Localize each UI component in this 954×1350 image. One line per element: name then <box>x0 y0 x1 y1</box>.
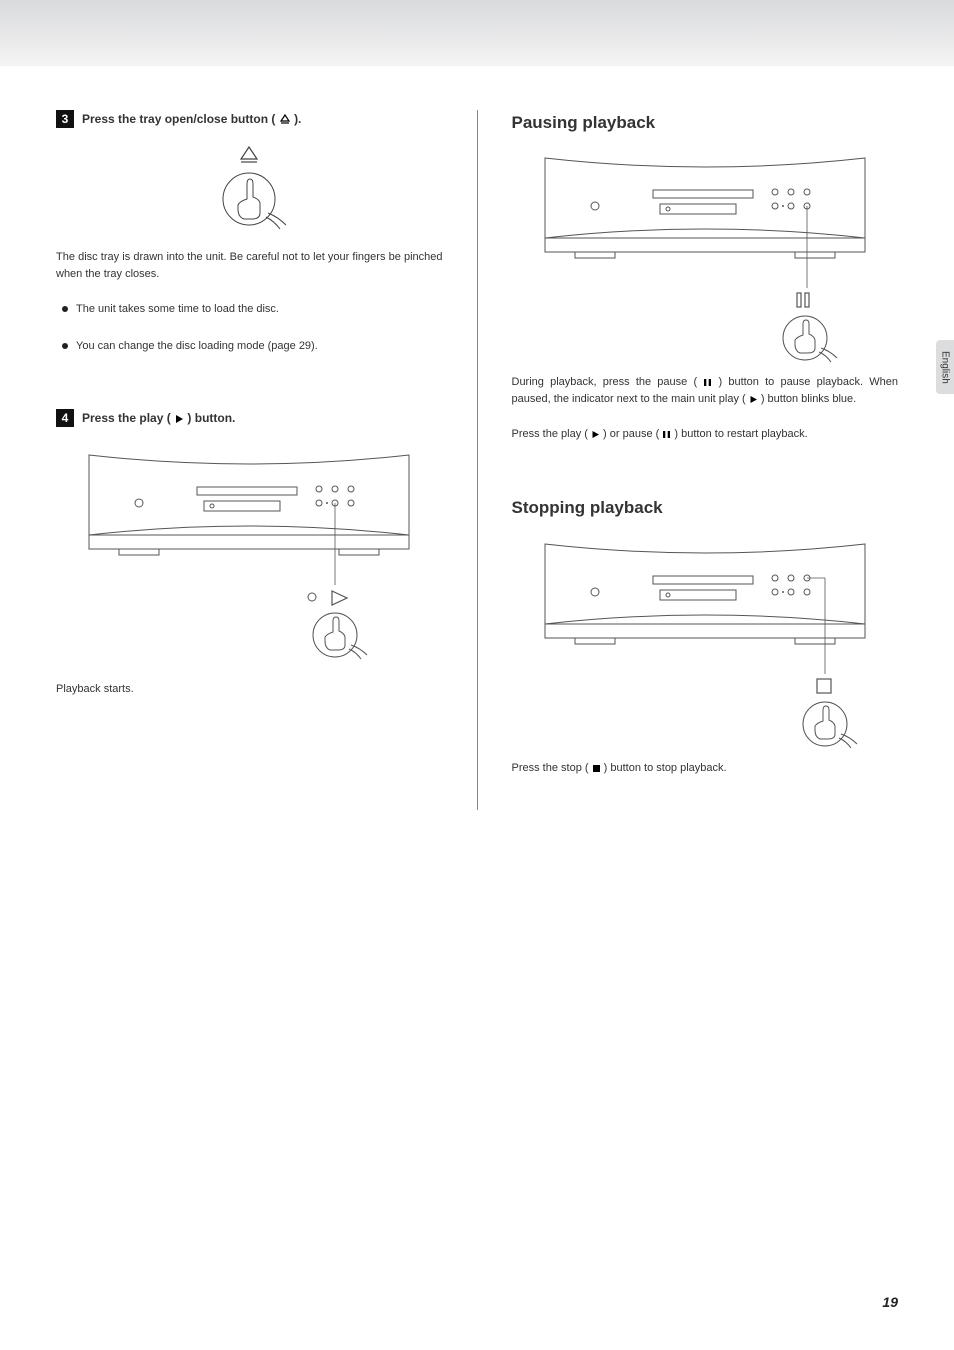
figure-unit-play <box>56 445 443 665</box>
page-content: 3 Press the tray open/close button ( ). <box>56 110 898 1350</box>
left-column: 3 Press the tray open/close button ( ). <box>56 110 443 1350</box>
step-3-bullets: The unit takes some time to load the dis… <box>62 301 443 355</box>
step-number-4: 4 <box>56 409 74 427</box>
pause-icon <box>662 430 671 439</box>
step-3-title: Press the tray open/close button ( ). <box>82 110 301 129</box>
play-icon <box>749 395 758 404</box>
pause-icon <box>703 378 712 387</box>
step-number-3: 3 <box>56 110 74 128</box>
figure-unit-pause <box>512 148 899 368</box>
language-side-tab: English <box>936 340 954 394</box>
play-icon <box>174 414 184 424</box>
bullet-item: The unit takes some time to load the dis… <box>62 301 443 318</box>
step-4-title: Press the play ( ) button. <box>82 409 235 428</box>
bullet-item: You can change the disc loading mode (pa… <box>62 338 443 355</box>
stopping-paragraph: Press the stop ( ) button to stop playba… <box>512 760 899 777</box>
right-column: Pausing playback <box>512 110 899 1350</box>
language-label: English <box>940 351 951 384</box>
page-number: 19 <box>882 1294 898 1310</box>
step-4-description: Playback starts. <box>56 681 443 698</box>
eject-icon <box>279 113 291 125</box>
step-3-header: 3 Press the tray open/close button ( ). <box>56 110 443 129</box>
stop-icon <box>592 764 601 773</box>
step-4-header: 4 Press the play ( ) button. <box>56 409 443 428</box>
stopping-heading: Stopping playback <box>512 495 899 521</box>
column-divider <box>477 110 478 810</box>
header-gradient-band <box>0 0 954 66</box>
figure-unit-stop <box>512 534 899 754</box>
play-icon <box>591 430 600 439</box>
pausing-paragraph-1: During playback, press the pause ( ) but… <box>512 374 899 408</box>
figure-eject-press <box>56 139 443 239</box>
pausing-paragraph-2: Press the play ( ) or pause ( ) button t… <box>512 426 899 443</box>
step-3-description: The disc tray is drawn into the unit. Be… <box>56 249 443 283</box>
pausing-heading: Pausing playback <box>512 110 899 136</box>
